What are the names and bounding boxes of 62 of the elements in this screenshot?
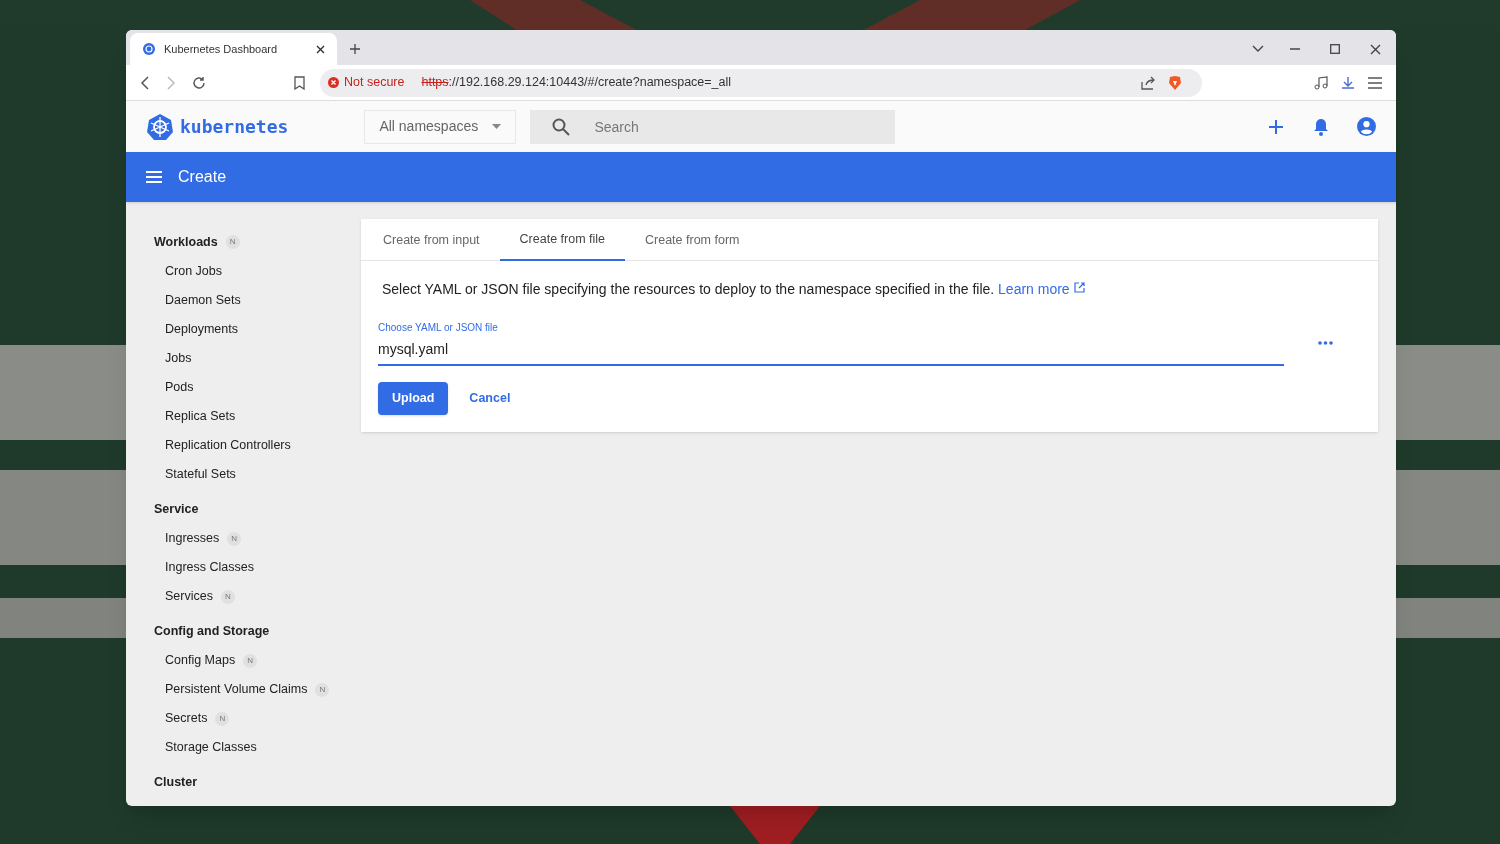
nav-item[interactable]: Cron Jobs <box>165 262 222 281</box>
menu-icon[interactable] <box>1368 76 1382 89</box>
description-text: Select YAML or JSON file specifying the resources to deploy to the namespace specified in the file. Learn more <box>378 279 1361 300</box>
browser-tab[interactable]: Kubernetes Dashboard <box>130 33 337 65</box>
new-badge: N <box>315 682 330 697</box>
search-field[interactable]: Search <box>530 109 896 144</box>
more-icon[interactable] <box>1318 341 1333 345</box>
nav-item[interactable]: Ingress Classes <box>165 558 254 577</box>
nav-item[interactable]: Pods <box>165 378 194 397</box>
reload-icon[interactable] <box>192 75 206 90</box>
nav-section-title[interactable]: Cluster <box>154 772 198 792</box>
external-link-icon <box>1073 282 1085 293</box>
plus-icon[interactable] <box>1269 119 1283 134</box>
security-label: Not secure <box>344 74 405 92</box>
nav-item[interactable]: Deployments <box>165 320 238 339</box>
error-icon <box>328 77 339 88</box>
music-note-icon[interactable] <box>1314 75 1328 90</box>
back-icon[interactable] <box>140 75 150 90</box>
address-bar[interactable]: Not secure https://192.168.29.124:10443/#/create?namespace=_all <box>320 68 1202 97</box>
url-text: https://192.168.29.124:10443/#/create?namespace=_all <box>421 74 732 92</box>
page-title: Create <box>178 167 227 187</box>
nav-item[interactable]: Replica Sets <box>165 407 236 426</box>
nav-item[interactable]: Secrets <box>165 709 208 728</box>
nav-section-title[interactable]: Service <box>154 499 199 519</box>
nav-item[interactable]: Config Maps <box>165 651 236 670</box>
learn-more-link[interactable]: Learn more <box>998 281 1085 297</box>
tab[interactable]: Create from input <box>363 219 500 261</box>
new-badge: N <box>225 235 240 249</box>
bell-icon[interactable] <box>1313 117 1329 136</box>
nav-item[interactable]: Ingresses <box>165 529 220 548</box>
tab[interactable]: Create from form <box>625 219 760 261</box>
nav-item[interactable]: Jobs <box>165 349 192 368</box>
close-tab-icon[interactable] <box>316 44 325 54</box>
search-icon <box>552 117 571 136</box>
nav-item[interactable]: Services <box>165 587 213 606</box>
new-badge: N <box>215 711 230 726</box>
new-tab-icon[interactable] <box>349 43 361 55</box>
namespace-dropdown[interactable]: All namespaces <box>364 109 517 144</box>
maximize-icon[interactable] <box>1330 44 1340 54</box>
account-icon[interactable] <box>1357 117 1376 136</box>
cancel-button[interactable]: Cancel <box>458 382 522 415</box>
nav-section-title[interactable]: Workloads <box>154 232 218 252</box>
chevron-down-icon[interactable] <box>1252 45 1264 53</box>
file-field[interactable]: Choose YAML or JSON file mysql.yaml <box>378 320 1284 366</box>
kubernetes-logo[interactable]: kubernetes <box>180 113 289 140</box>
tab[interactable]: Create from file <box>499 219 626 261</box>
bookmark-icon[interactable] <box>294 75 305 90</box>
shield-icon[interactable] <box>1168 74 1182 91</box>
nav-section-title[interactable]: Config and Storage <box>154 621 270 641</box>
caret-icon <box>492 124 502 129</box>
close-icon[interactable] <box>1370 43 1381 55</box>
nav-item[interactable]: Stateful Sets <box>165 465 236 484</box>
new-badge: N <box>243 653 258 668</box>
download-icon[interactable] <box>1341 75 1355 90</box>
new-badge: N <box>227 531 242 546</box>
nav-item[interactable]: Persistent Volume Claims <box>165 680 308 699</box>
share-icon[interactable] <box>1141 75 1156 90</box>
new-badge: N <box>220 589 235 604</box>
nav-item[interactable]: Daemon Sets <box>165 291 241 310</box>
nav-item[interactable]: Storage Classes <box>165 738 257 757</box>
nav-item[interactable]: Replication Controllers <box>165 436 291 455</box>
upload-button[interactable]: Upload <box>378 382 449 415</box>
